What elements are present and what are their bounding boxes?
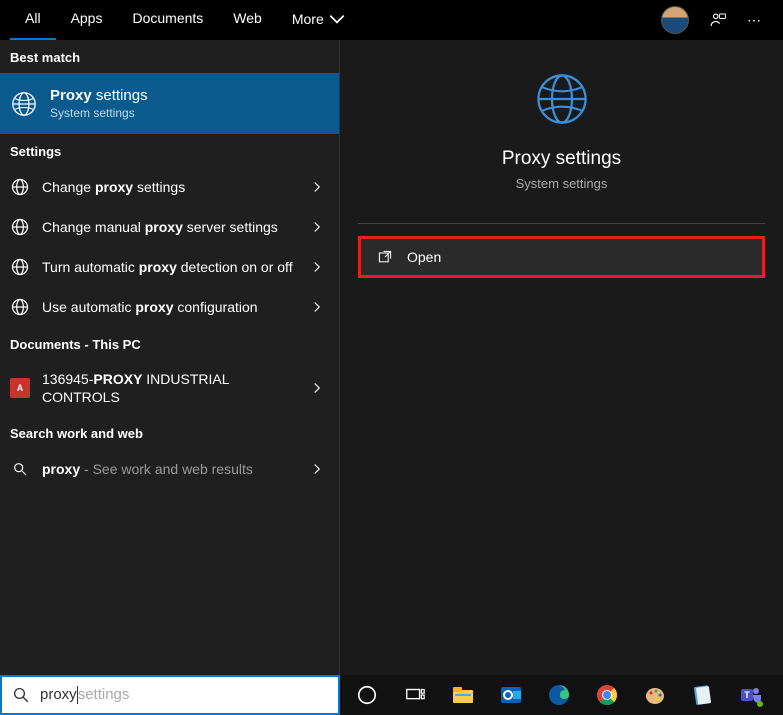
result-text-post: settings <box>133 179 185 195</box>
result-text-bold: proxy <box>95 179 133 195</box>
settings-result-auto-config[interactable]: Use automatic proxy configuration <box>0 287 339 327</box>
result-text-pre: Change manual <box>42 219 145 235</box>
paint-icon[interactable] <box>642 682 668 708</box>
person-chat-icon[interactable] <box>709 11 727 29</box>
user-avatar[interactable] <box>661 6 689 34</box>
result-text-pre: Use automatic <box>42 299 135 315</box>
result-text-post: server settings <box>183 219 278 235</box>
tabs-container: All Apps Documents Web More <box>10 0 361 41</box>
chevron-down-icon <box>328 10 346 28</box>
notepad-icon[interactable] <box>690 682 716 708</box>
settings-result-change-proxy[interactable]: Change proxy settings <box>0 167 339 207</box>
chrome-icon[interactable] <box>594 682 620 708</box>
divider <box>358 223 765 224</box>
result-text-bold: PROXY <box>93 371 142 387</box>
tab-more[interactable]: More <box>277 0 361 41</box>
result-text-post: configuration <box>174 299 258 315</box>
explorer-icon[interactable] <box>450 682 476 708</box>
chevron-right-icon <box>311 181 323 193</box>
best-match-title-bold: Proxy <box>50 87 92 104</box>
section-settings: Settings <box>0 134 339 167</box>
chevron-right-icon <box>311 261 323 273</box>
best-match-result[interactable]: Proxy settings System settings <box>0 73 339 134</box>
search-icon <box>12 686 30 704</box>
preview-subtitle: System settings <box>340 176 783 191</box>
result-text-post: detection on or off <box>177 259 293 275</box>
best-match-subtitle: System settings <box>50 106 148 120</box>
settings-result-auto-detection[interactable]: Turn automatic proxy detection on or off <box>0 247 339 287</box>
chevron-right-icon <box>311 463 323 475</box>
section-work-web: Search work and web <box>0 416 339 449</box>
top-right-controls: ⋯ <box>661 6 773 34</box>
globe-icon <box>10 217 30 237</box>
svg-text:T: T <box>744 690 750 700</box>
tab-more-label: More <box>292 11 324 27</box>
preview-panel: Proxy settings System settings Open <box>340 40 783 675</box>
search-tabs-bar: All Apps Documents Web More ⋯ <box>0 0 783 40</box>
result-text-bold: proxy <box>139 259 177 275</box>
search-ghost-text: settings <box>78 686 130 703</box>
section-best-match: Best match <box>0 40 339 73</box>
search-input[interactable]: proxysettings <box>40 686 328 704</box>
cortana-icon[interactable] <box>354 682 380 708</box>
result-text-pre: Turn automatic <box>42 259 139 275</box>
open-button[interactable]: Open <box>358 236 765 278</box>
main-content: Best match Proxy settings System setting… <box>0 40 783 675</box>
tab-documents[interactable]: Documents <box>117 0 218 41</box>
best-match-title-rest: settings <box>92 87 148 104</box>
chevron-right-icon <box>311 221 323 233</box>
preview-title: Proxy settings <box>340 148 783 170</box>
best-match-text: Proxy settings System settings <box>50 87 148 120</box>
globe-icon <box>10 177 30 197</box>
result-text-bold: proxy <box>42 461 80 477</box>
result-text-pre: 136945- <box>42 371 93 387</box>
settings-result-manual-proxy[interactable]: Change manual proxy server settings <box>0 207 339 247</box>
document-result-proxy-pdf[interactable]: A 136945-PROXY INDUSTRIAL CONTROLS <box>0 360 339 416</box>
tab-apps[interactable]: Apps <box>56 0 118 41</box>
chevron-right-icon <box>311 382 323 394</box>
chevron-right-icon <box>311 301 323 313</box>
search-typed-text: proxy <box>40 686 77 703</box>
result-text-bold: proxy <box>135 299 173 315</box>
result-text-bold: proxy <box>145 219 183 235</box>
workweb-result-proxy[interactable]: proxy - See work and web results <box>0 449 339 489</box>
preview-header: Proxy settings System settings <box>340 70 783 211</box>
tab-web[interactable]: Web <box>218 0 277 41</box>
search-icon <box>12 461 28 477</box>
results-panel: Best match Proxy settings System setting… <box>0 40 340 675</box>
open-button-label: Open <box>407 249 441 265</box>
teams-icon[interactable]: T <box>738 682 764 708</box>
result-text-post: - See work and web results <box>80 461 253 477</box>
open-icon <box>377 249 393 265</box>
pdf-icon: A <box>10 378 30 398</box>
globe-icon <box>10 257 30 277</box>
more-options-icon[interactable]: ⋯ <box>747 12 763 29</box>
globe-icon <box>10 297 30 317</box>
globe-icon <box>10 90 38 118</box>
result-text-pre: Change <box>42 179 95 195</box>
edge-icon[interactable] <box>546 682 572 708</box>
globe-icon <box>533 70 591 128</box>
search-input-container[interactable]: proxysettings <box>0 675 340 715</box>
tab-all[interactable]: All <box>10 0 56 41</box>
taskbar: T <box>340 675 783 715</box>
section-documents: Documents - This PC <box>0 327 339 360</box>
outlook-icon[interactable] <box>498 682 524 708</box>
taskview-icon[interactable] <box>402 682 428 708</box>
